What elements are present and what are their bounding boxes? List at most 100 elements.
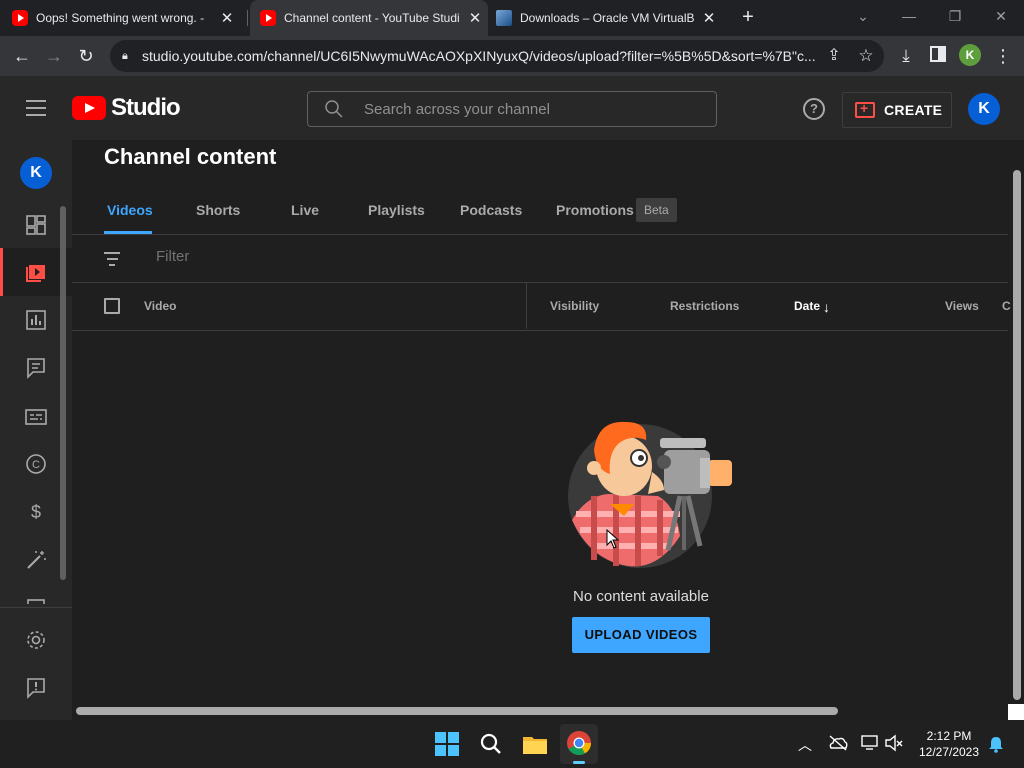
empty-state-message: No content available [573,588,709,605]
analytics-icon [26,310,46,330]
tab-playlists[interactable]: Playlists [368,202,425,218]
rail-scrollbar[interactable] [60,206,66,580]
volume-muted-icon[interactable] [884,734,904,752]
close-window-button[interactable]: ✕ [986,4,1016,28]
account-avatar[interactable]: K [968,93,1000,125]
windows-taskbar: ︿ 2:12 PM 12/27/2023 [0,720,1024,768]
column-header-views[interactable]: Views [945,299,979,313]
start-icon[interactable] [431,728,463,760]
content-icon [26,265,45,282]
forward-arrow-icon[interactable]: → [42,44,66,68]
svg-text:C: C [32,459,40,471]
tab-shorts[interactable]: Shorts [196,202,240,218]
new-tab-button[interactable]: + [738,6,758,28]
notification-bell-icon[interactable] [988,735,1004,753]
main-vertical-scrollbar[interactable] [1013,170,1021,700]
close-icon[interactable]: ✕ [702,9,716,27]
browser-tab-downloads[interactable]: Downloads – Oracle VM VirtualBox ✕ [496,0,726,36]
tab-podcasts[interactable]: Podcasts [460,202,522,218]
tab-title: Downloads – Oracle VM VirtualBox [520,11,694,25]
column-divider [526,283,527,329]
address-bar[interactable]: 🔒︎ studio.youtube.com/channel/UC6I5Nwymu… [110,40,884,72]
create-button[interactable]: CREATE [842,92,952,128]
upload-videos-button[interactable]: UPLOAD VIDEOS [572,617,710,653]
tab-title: Channel content - YouTube Studio [284,11,460,25]
share-icon[interactable]: ⇪ [822,44,846,68]
subtitles-icon [25,409,47,425]
profile-avatar[interactable]: K [959,44,981,66]
comments-icon [27,358,45,379]
earn-icon: $ [31,502,41,522]
magic-wand-icon [27,551,46,569]
bookmark-star-icon[interactable]: ☆ [854,44,878,68]
back-arrow-icon[interactable]: ← [10,44,34,68]
clock-date: 12/27/2023 [918,745,980,759]
minimize-button[interactable]: — [894,4,924,28]
url-text[interactable]: studio.youtube.com/channel/UC6I5NwymuWAc… [142,48,822,64]
network-icon[interactable] [860,734,880,752]
tab-title: Oops! Something went wrong. - [36,11,205,25]
rail-item-feedback[interactable] [0,664,72,712]
active-app-indicator [573,761,585,764]
taskbar-search-icon[interactable] [475,728,507,760]
tab-search-chevron-icon[interactable]: ⌄ [848,4,878,28]
rail-item-audio-library[interactable] [0,584,72,604]
hamburger-menu-icon[interactable] [26,100,46,116]
studio-logo-text[interactable]: Studio [111,94,181,122]
filter-divider [72,282,1008,283]
svg-text:$: $ [31,502,41,522]
youtube-logo-icon[interactable] [72,96,106,120]
column-header-comments[interactable]: C [1002,299,1011,313]
virtualbox-icon [496,10,512,26]
tab-live[interactable]: Live [291,202,319,218]
sort-descending-arrow-icon[interactable]: ↓ [823,299,830,315]
chrome-taskbar-button[interactable] [560,724,598,764]
rail-item-settings[interactable] [0,616,72,664]
chrome-icon [567,731,591,756]
column-header-visibility[interactable]: Visibility [550,299,599,313]
feedback-icon [27,678,45,699]
side-panel-icon[interactable] [926,44,950,68]
filter-icon[interactable] [104,252,120,266]
download-icon[interactable]: ⤓ [894,44,918,68]
column-header-video[interactable]: Video [144,299,176,313]
channel-avatar[interactable]: K [20,157,52,189]
close-icon[interactable]: ✕ [468,9,482,27]
lock-icon: 🔒︎ [122,49,128,62]
browser-tab-strip: Oops! Something went wrong. - ✕ Channel … [0,0,1024,36]
page-title: Channel content [104,144,277,169]
left-navigation-rail: K C $ [0,140,72,720]
create-video-icon [855,100,875,118]
dashboard-icon [26,215,46,235]
tab-promotions[interactable]: Promotions [556,202,634,218]
copyright-icon: C [26,454,46,474]
more-options-icon[interactable]: ⋮ [991,44,1015,68]
column-header-date[interactable]: Date [794,299,820,313]
close-icon[interactable]: ✕ [220,9,234,27]
settings-gear-icon [27,631,45,649]
browser-tab-channel-content[interactable]: Channel content - YouTube Studio ✕ [250,0,488,36]
help-icon[interactable]: ? [803,98,825,120]
channel-content-main: Channel content Videos Shorts Live Playl… [72,140,1024,720]
search-input[interactable] [364,100,694,118]
browser-toolbar: ← → ↻ 🔒︎ studio.youtube.com/channel/UC6I… [0,36,1024,76]
browser-tab-oops[interactable]: Oops! Something went wrong. - ✕ [12,0,244,36]
create-label: CREATE [884,102,943,118]
chevron-up-icon[interactable]: ︿ [798,735,812,755]
main-horizontal-scrollbar[interactable] [76,707,838,715]
reload-icon[interactable]: ↻ [74,44,98,68]
filter-input[interactable] [156,248,556,265]
column-header-restrictions[interactable]: Restrictions [670,299,739,313]
system-clock[interactable]: 2:12 PM 12/27/2023 [916,728,982,760]
beta-badge: Beta [636,198,677,222]
tab-videos[interactable]: Videos [107,202,153,218]
scrollbar-corner [1008,704,1024,720]
onedrive-icon[interactable] [828,735,848,751]
restore-button[interactable]: ❐ [940,4,970,28]
channel-search-box[interactable] [307,91,717,127]
studio-header: Studio ? CREATE K [0,76,1024,140]
clock-time: 2:12 PM [926,729,972,743]
select-all-checkbox[interactable] [104,298,120,314]
rail-divider [0,607,72,608]
file-explorer-icon[interactable] [519,728,551,760]
